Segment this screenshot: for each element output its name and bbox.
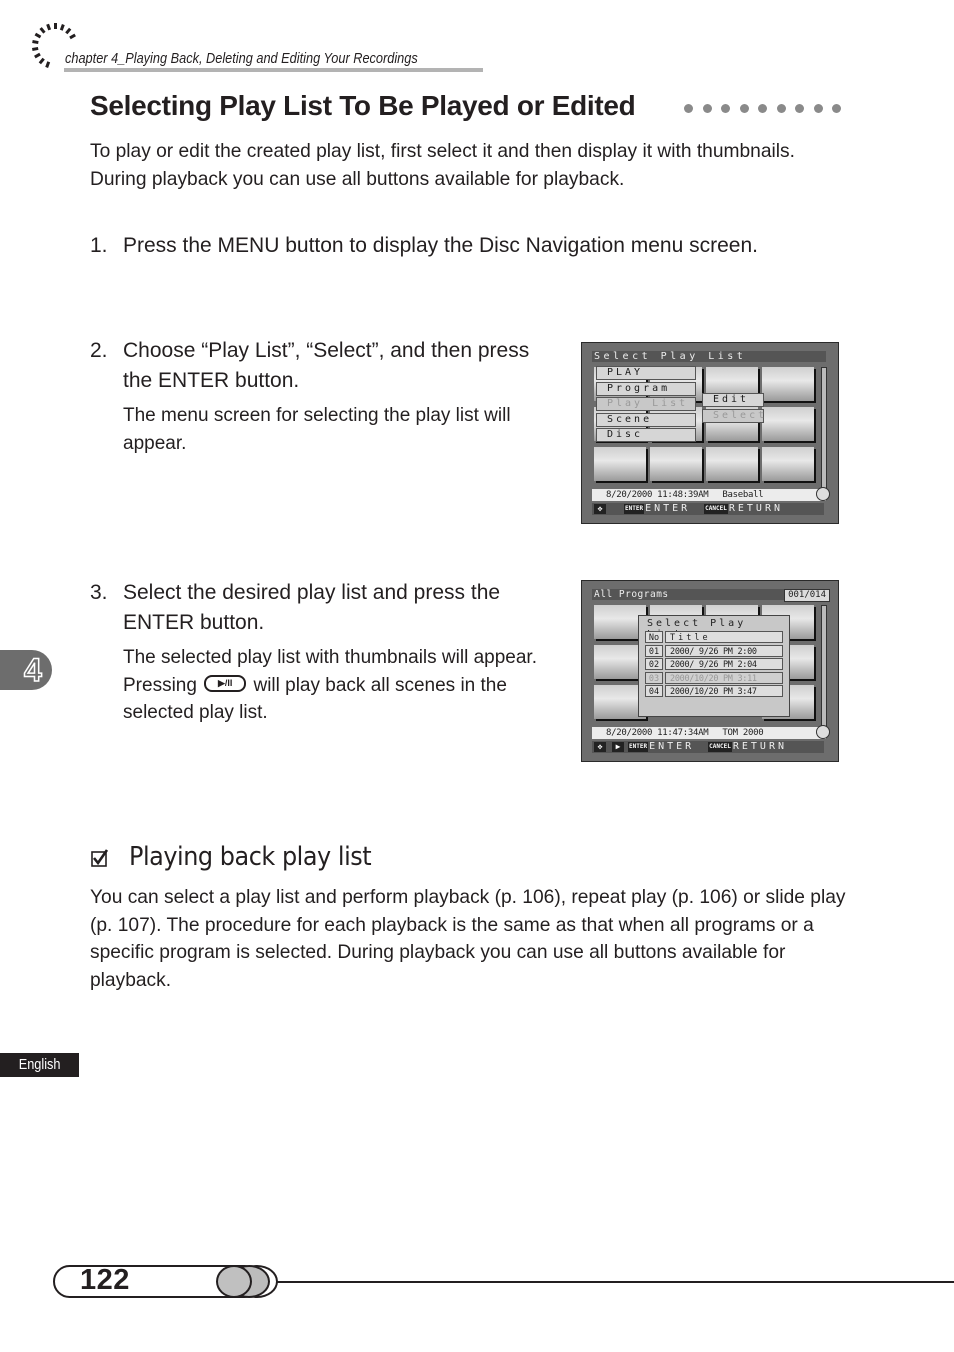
enter-key-icon: ENTER [624, 504, 645, 514]
tip-body: You can select a play list and perform p… [90, 887, 846, 991]
info-date: 8/20/2000 11:48:39AM [606, 490, 709, 500]
header-title: Title [665, 631, 783, 643]
enter-label: ENTER [649, 741, 695, 752]
step-3-number: 3. [90, 581, 108, 604]
screen-scrollbar [821, 367, 827, 497]
screen-info-bar: 8/20/2000 11:48:39AM Baseball [592, 489, 826, 501]
disc-icon [816, 725, 830, 739]
row-no: 01 [645, 644, 663, 657]
disc-navigation-menu: PLAY Program Play List Scene Disc [596, 366, 696, 444]
row-no: 04 [645, 685, 663, 697]
screenshot-select-play-list-dialog: All Programs 001/014 Select Play List No… [581, 580, 839, 762]
screen-key-guide: ✥ ENTER ENTER CANCEL RETURN [592, 503, 824, 515]
step-1-number: 1. [90, 234, 108, 257]
dialog-header-row: No Title [645, 631, 783, 643]
cancel-key-icon: CANCEL [708, 742, 732, 752]
menu-item-scene: Scene [596, 412, 696, 427]
thumbnail [762, 447, 814, 481]
row-title: 2000/10/20 PM 3:47 [665, 685, 783, 697]
dialog-title: Select Play List [647, 618, 747, 640]
play-list-row: 02 2000/ 9/26 PM 2:04 [645, 658, 783, 670]
info-date: 8/20/2000 11:47:34AM [606, 728, 709, 738]
screenshot-select-play-list-menu: Select Play List PLAY Program Play List … [581, 342, 839, 524]
row-no: 03 [645, 671, 663, 684]
step-2-heading: Choose “Play List”, “Select”, and then p… [123, 339, 530, 392]
step-3-body: The selected play list with thumbnails w… [123, 644, 563, 727]
chapter-underline [64, 68, 483, 72]
chapter-title: chapter 4_Playing Back, Deleting and Edi… [65, 50, 418, 67]
info-title: Baseball [722, 490, 764, 500]
menu-item-play: PLAY [596, 366, 696, 380]
select-play-list-dialog: Select Play List No Title 01 2000/ 9/26 … [638, 615, 790, 717]
screen-key-guide: ✥ ▶ ENTER ENTER CANCEL RETURN [592, 741, 824, 753]
play-list-row: 03 2000/10/20 PM 3:11 [645, 671, 783, 684]
disc-decoration-icon [216, 1265, 252, 1298]
step-2-number: 2. [90, 339, 108, 362]
menu-item-program: Program [596, 381, 696, 396]
play-icon: ▶ [612, 742, 624, 752]
section-intro: To play or edit the created play list, f… [90, 141, 795, 190]
enter-label: ENTER [645, 503, 691, 514]
header-no: No [645, 631, 663, 643]
footer-rule [258, 1281, 954, 1283]
row-title: 2000/ 9/26 PM 2:00 [665, 644, 783, 657]
step-1-heading: Press the MENU button to display the Dis… [123, 234, 758, 257]
thumbnail [594, 447, 646, 481]
submenu-item-edit: Edit [702, 393, 764, 407]
row-title: 2000/10/20 PM 3:11 [665, 671, 783, 684]
info-title: TOM 2000 [722, 728, 764, 738]
submenu-item-select: Select [702, 408, 764, 423]
menu-item-play-list: Play List [596, 397, 696, 411]
enter-key-icon: ENTER [628, 742, 649, 752]
screen-info-bar: 8/20/2000 11:47:34AM TOM 2000 [592, 727, 826, 739]
step-2-body: The menu screen for selecting the play l… [123, 405, 511, 454]
thumbnail [650, 447, 702, 481]
disc-icon [816, 487, 830, 501]
screen-title: Select Play List [592, 351, 826, 362]
thumbnail [706, 447, 758, 481]
thumbnail [762, 367, 814, 401]
screen-scrollbar [821, 605, 827, 735]
row-no: 02 [645, 658, 663, 670]
checkbox-checked-icon [91, 849, 109, 867]
language-label: English [18, 1056, 61, 1073]
menu-item-disc: Disc [596, 428, 696, 442]
row-title: 2000/ 9/26 PM 2:04 [665, 658, 783, 670]
language-badge: English [0, 1053, 79, 1077]
play-list-row: 04 2000/10/20 PM 3:47 [645, 685, 783, 697]
chapter-tab-number: 4 [23, 651, 42, 689]
play-pause-button-icon: ▶/II [204, 675, 247, 693]
title-dots-decoration [684, 104, 841, 113]
page-number: 122 [80, 1264, 130, 1296]
step-3-heading: Select the desired play list and press t… [123, 581, 501, 634]
tip-title: Playing back play list [129, 842, 372, 872]
return-label: RETURN [728, 503, 783, 514]
dpad-icon: ✥ [594, 742, 606, 752]
play-list-row: 01 2000/ 9/26 PM 2:00 [645, 644, 783, 657]
section-title: Selecting Play List To Be Played or Edit… [90, 90, 636, 121]
program-counter: 001/014 [784, 589, 830, 602]
dpad-icon: ✥ [594, 504, 606, 514]
cancel-key-icon: CANCEL [704, 504, 728, 514]
return-label: RETURN [732, 741, 787, 752]
thumbnail [762, 407, 814, 441]
play-list-submenu: Edit Select [702, 393, 764, 424]
